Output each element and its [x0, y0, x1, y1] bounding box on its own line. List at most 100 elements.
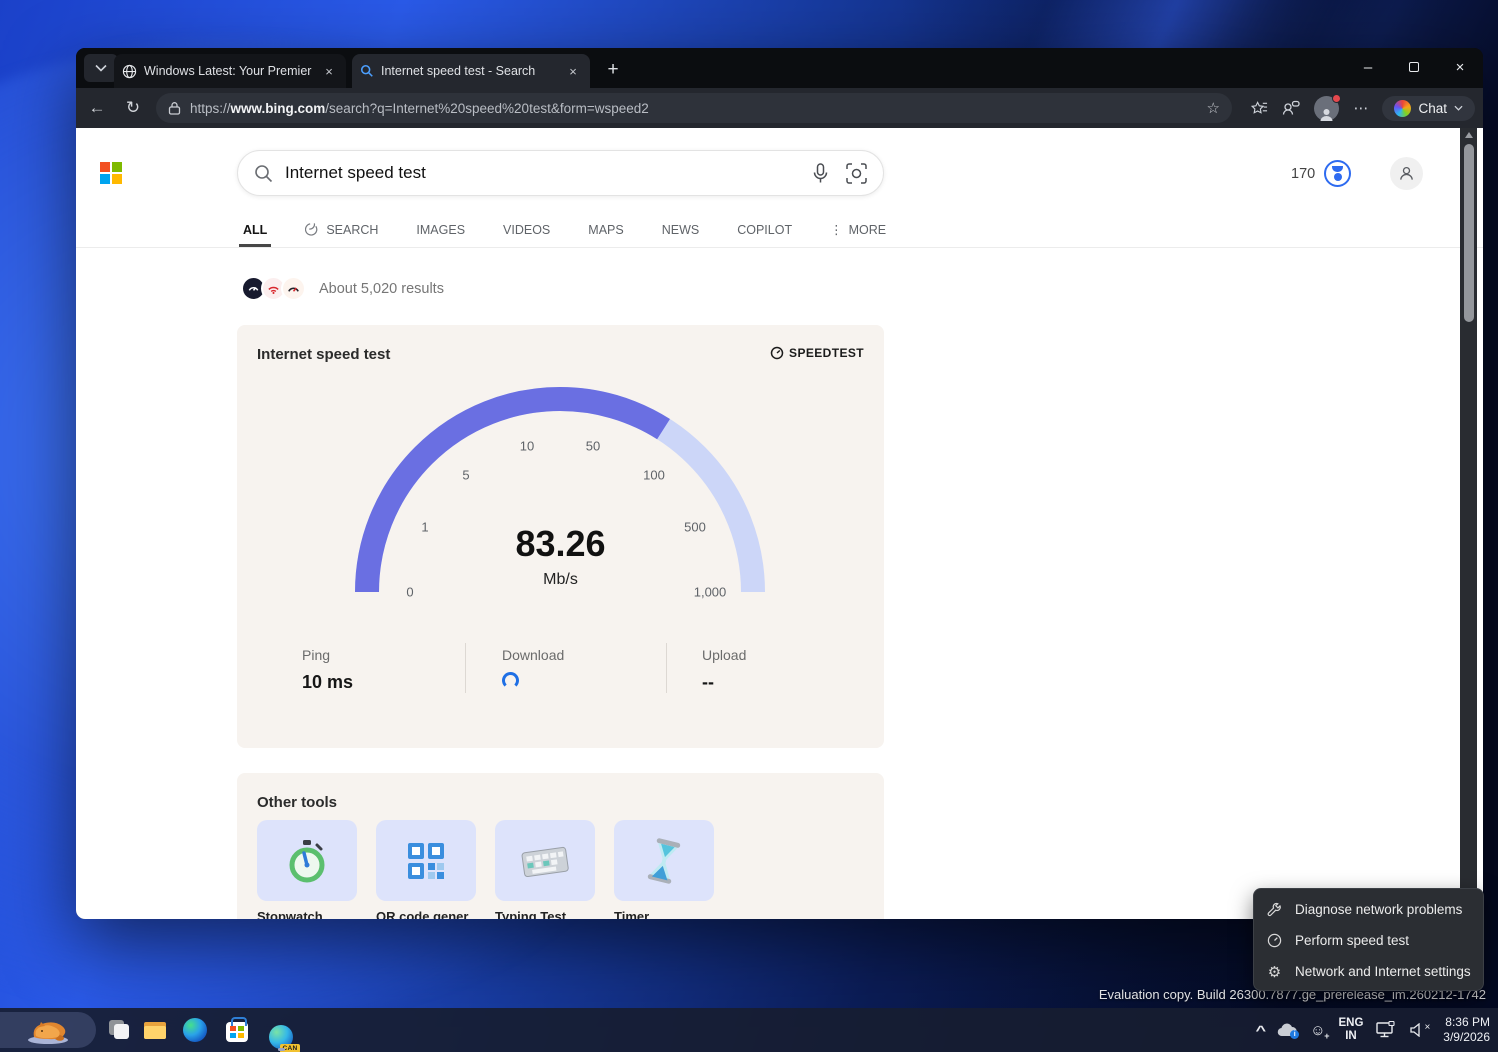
tray-date: 3/9/2026 [1443, 1030, 1490, 1045]
tool-tiles [257, 820, 714, 901]
store-button[interactable] [222, 1015, 252, 1045]
stopwatch-tile[interactable] [257, 820, 357, 901]
nav-divider [76, 247, 1483, 248]
person-icon [1319, 108, 1334, 121]
browser-toolbar: ← ↻ https://www.bing.com/search?q=Intern… [76, 88, 1483, 128]
tab-videos[interactable]: VIDEOS [503, 223, 550, 247]
microphone-icon[interactable] [813, 163, 828, 184]
other-tools-title: Other tools [257, 794, 337, 811]
kebab-icon: ⋮ [830, 222, 843, 237]
visual-search-icon[interactable] [846, 163, 867, 184]
gauge-tick: 100 [643, 468, 665, 483]
speedometer-favicon [281, 276, 306, 301]
tool-label[interactable]: QR code gener [376, 909, 476, 919]
close-button[interactable]: × [1437, 48, 1483, 86]
tray-overflow-chevron[interactable]: ^ [1255, 1023, 1266, 1038]
rewards-points: 170 [1291, 166, 1315, 182]
start-fox-button[interactable] [0, 1012, 96, 1048]
chat-label: Chat [1418, 101, 1447, 116]
speed-stats: Ping 10 ms Download Upload -- [237, 643, 884, 693]
edge-canary-button[interactable]: CAN [266, 1022, 296, 1052]
maximize-button[interactable] [1391, 48, 1437, 86]
account-button[interactable] [1390, 157, 1423, 190]
tab-close-icon[interactable]: × [564, 62, 582, 80]
address-bar[interactable]: https://www.bing.com/search?q=Internet%2… [156, 93, 1232, 123]
onedrive-icon[interactable]: i [1277, 1023, 1297, 1037]
download-stat: Download [465, 643, 666, 693]
tab-news[interactable]: NEWS [662, 223, 700, 247]
speedtest-brand[interactable]: SPEEDTEST [770, 346, 864, 360]
scroll-up-arrow[interactable] [1465, 132, 1473, 138]
tab-close-icon[interactable]: × [320, 62, 338, 80]
chevron-down-icon [95, 64, 107, 72]
sleeping-fox-icon [22, 1015, 74, 1045]
menu-item-network-settings[interactable]: ⚙ Network and Internet settings [1254, 956, 1483, 987]
tab-maps[interactable]: MAPS [588, 223, 623, 247]
tool-label[interactable]: Typing Test [495, 909, 595, 919]
taskbar: CAN ^ i ☺+ ENG IN × 8:36 [0, 1008, 1498, 1052]
scrollbar-thumb[interactable] [1464, 144, 1474, 322]
tab-speed-test-active[interactable]: Internet speed test - Search × [352, 54, 590, 88]
url-domain: www.bing.com [231, 101, 326, 116]
bing-page: 170 ALL SEARCH IMAGES VIDEOS MAPS NEWS C… [76, 128, 1483, 919]
rewards-counter[interactable]: 170 [1291, 160, 1351, 187]
bing-search-icon [360, 64, 374, 78]
tool-label[interactable]: Stopwatch [257, 909, 357, 919]
menu-item-speed-test[interactable]: Perform speed test [1254, 925, 1483, 956]
favorites-icon[interactable] [1251, 100, 1268, 117]
network-tray-icon[interactable] [1376, 1021, 1397, 1039]
more-menu-icon[interactable]: ⋯ [1353, 99, 1368, 117]
edge-button[interactable] [180, 1015, 210, 1045]
lock-icon [168, 101, 181, 115]
menu-item-diagnose[interactable]: Diagnose network problems [1254, 894, 1483, 925]
volume-muted-icon[interactable]: × [1410, 1023, 1430, 1037]
collections-icon[interactable] [1282, 100, 1300, 116]
refresh-button[interactable]: ↻ [118, 93, 148, 123]
search-box[interactable] [237, 150, 884, 196]
new-tab-button[interactable]: + [600, 57, 626, 83]
typing-test-tile[interactable] [495, 820, 595, 901]
taskbar-clock[interactable]: 8:36 PM 3/9/2026 [1443, 1015, 1490, 1045]
back-button[interactable]: ← [82, 93, 112, 123]
tab-images[interactable]: IMAGES [416, 223, 465, 247]
language-indicator[interactable]: ENG IN [1339, 1017, 1364, 1043]
tool-labels: Stopwatch QR code gener Typing Test Time… [257, 909, 714, 919]
tool-label[interactable]: Timer [614, 909, 714, 919]
hourglass-icon [644, 837, 684, 885]
tab-windows-latest[interactable]: Windows Latest: Your Premier Sou × [114, 54, 346, 88]
profile-avatar[interactable] [1314, 96, 1339, 121]
desktop: Windows Latest: Your Premier Sou × Inter… [0, 0, 1498, 1052]
results-meta: About 5,020 results [241, 276, 444, 301]
copilot-search-icon [305, 222, 320, 237]
tab-more[interactable]: ⋮MORE [830, 222, 886, 247]
network-context-menu: Diagnose network problems Perform speed … [1253, 888, 1484, 991]
stopwatch-icon [286, 838, 328, 884]
tab-all[interactable]: ALL [243, 223, 267, 247]
tab-copilot[interactable]: COPILOT [737, 223, 792, 247]
onedrive-badge: i [1290, 1030, 1299, 1039]
edge-icon [183, 1018, 207, 1042]
gear-icon: ⚙ [1266, 963, 1283, 981]
qr-code-tile[interactable] [376, 820, 476, 901]
timer-tile[interactable] [614, 820, 714, 901]
chat-button[interactable]: Chat [1382, 96, 1475, 121]
rewards-medal-icon [1324, 160, 1351, 187]
tab-search[interactable]: SEARCH [305, 222, 378, 247]
task-view-button[interactable] [104, 1015, 134, 1045]
emoji-tray-icon[interactable]: ☺+ [1310, 1022, 1325, 1039]
copilot-icon [1394, 100, 1411, 117]
tab-search-button[interactable] [84, 54, 118, 82]
scrollbar[interactable] [1460, 128, 1477, 919]
tab-title: Internet speed test - Search [381, 64, 557, 78]
search-input[interactable] [285, 163, 813, 183]
keyboard-icon [519, 842, 571, 880]
card-title: Internet speed test [257, 346, 390, 363]
qr-code-icon [404, 839, 448, 883]
store-icon [226, 1022, 248, 1042]
system-tray: ^ i ☺+ ENG IN × 8:36 PM 3/9/2026 [1257, 1008, 1490, 1052]
file-explorer-button[interactable] [140, 1015, 170, 1045]
microsoft-logo[interactable] [100, 162, 122, 184]
favorite-star-icon[interactable]: ☆ [1207, 99, 1220, 117]
minimize-button[interactable]: – [1345, 48, 1391, 86]
search-icon [254, 164, 273, 183]
